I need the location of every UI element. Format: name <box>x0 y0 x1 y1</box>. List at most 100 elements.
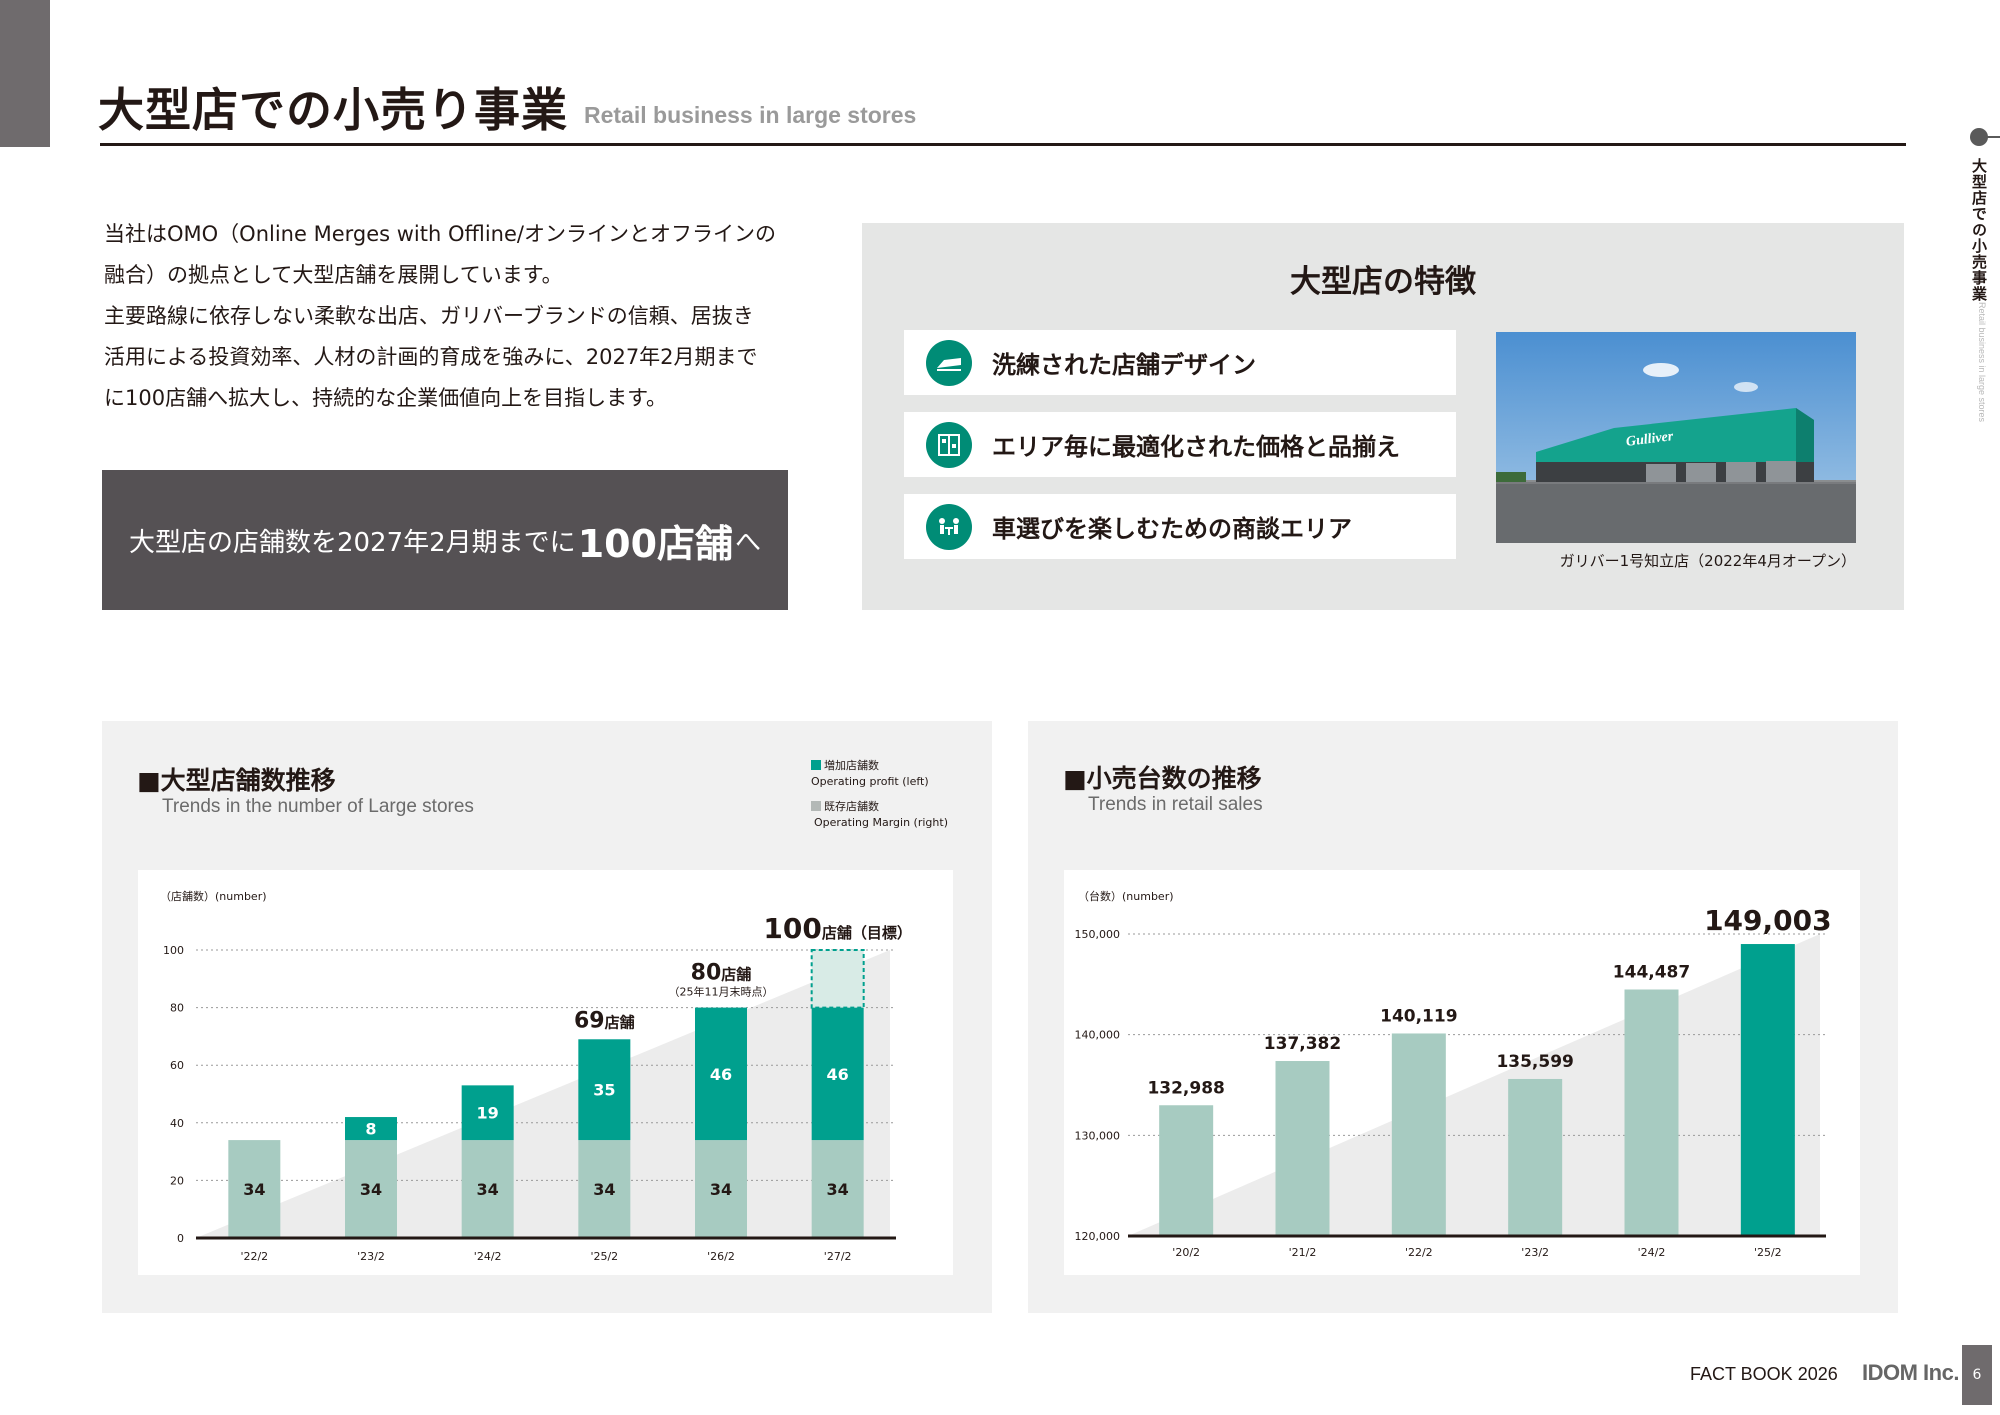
y-tick-label: 140,000 <box>1075 1029 1121 1042</box>
store-photo: Gulliver <box>1496 332 1856 543</box>
page-title: 大型店での小売り事業 <box>98 83 568 137</box>
page-subtitle: Retail business in large stores <box>584 102 917 128</box>
legend-swatch <box>811 801 821 811</box>
y-tick-label: 100 <box>163 944 184 957</box>
goal-prefix: 大型店の店舗数を2027年2月期までに <box>128 527 576 558</box>
store-count-chart: （店舗数）(number) 0 20 40 60 80 100 34 '22/2 34 8 '23/2… <box>160 889 912 1263</box>
price-lineup-icon <box>926 421 972 468</box>
legend-label-jp: 既存店舗数 <box>824 800 879 813</box>
bar-value-label: 34 <box>710 1180 732 1199</box>
bar-value-label: 34 <box>827 1180 849 1199</box>
bar-retail-sales <box>1391 1033 1446 1236</box>
goal-suffix: へ <box>735 527 762 558</box>
intro-text: 当社はOMO（Online Merges with Offline/オンラインと… <box>104 214 804 419</box>
bar-retail-sales <box>1159 1105 1214 1236</box>
x-tick-label: '26/2 <box>707 1250 735 1263</box>
y-tick-label: 80 <box>170 1002 184 1015</box>
annotation-number: 80 <box>691 961 722 986</box>
annotation-unit: 店舗 <box>605 1013 635 1031</box>
bar-value-label: 35 <box>593 1081 615 1100</box>
consultation-area-icon <box>926 503 972 550</box>
x-tick-label: '22/2 <box>240 1250 268 1263</box>
feature-item: エリア毎に最適化された価格と品揃え <box>904 412 1456 477</box>
bar-value-label: 34 <box>593 1180 615 1199</box>
intro-line: 活用による投資効率、人材の計画的育成を強みに、2027年2月期まで <box>104 345 758 369</box>
section-dot-line <box>1985 136 2000 138</box>
footer-factbook: FACT BOOK 2026 <box>1690 1364 1838 1384</box>
goal-banner: 大型店の店舗数を2027年2月期までに 100店舗 へ <box>102 470 788 610</box>
unit-label: （台数）(number) <box>1078 889 1174 903</box>
bar-value-label: 149,003 <box>1704 904 1832 937</box>
legend-label-en: Operating Margin (right) <box>814 816 948 829</box>
x-tick-label: '21/2 <box>1289 1246 1317 1259</box>
bar-value-label: 46 <box>827 1065 849 1084</box>
features-title: 大型店の特徴 <box>1290 264 1476 300</box>
bar-retail-sales <box>1508 1078 1563 1236</box>
feature-item: 車選びを楽しむための商談エリア <box>904 494 1456 559</box>
bar-value-label: 132,988 <box>1147 1078 1224 1098</box>
bar-retail-sales <box>1275 1061 1330 1236</box>
total-annotation: 100店舗（目標） <box>763 912 911 945</box>
store-design-icon <box>926 339 972 386</box>
bar-value-label: 34 <box>360 1180 382 1199</box>
goal-highlight: 100店舗 <box>577 521 734 566</box>
total-annotation: 80店舗 <box>691 961 752 986</box>
bar-value-label: 46 <box>710 1065 732 1084</box>
y-tick-label: 40 <box>170 1117 184 1130</box>
intro-line: に100店舗へ拡大し、持続的な企業価値向上を目指します。 <box>104 386 667 410</box>
bar-value-label: 135,599 <box>1496 1052 1573 1072</box>
feature-label: 洗練された店舗デザイン <box>992 351 1256 379</box>
side-section-label-jp: 大型店での小売事業 <box>1970 158 1988 302</box>
bar-value-label: 144,487 <box>1613 962 1690 982</box>
store-count-chart-subtitle: Trends in the number of Large stores <box>162 796 474 817</box>
x-tick-label: '24/2 <box>474 1250 502 1263</box>
bar-retail-sales <box>1740 944 1795 1236</box>
annotation-unit: 店舗（目標） <box>822 924 912 942</box>
legend-item-existing: 既存店舗数 Operating Margin (right) <box>811 798 948 829</box>
y-tick-label: 60 <box>170 1059 184 1072</box>
x-tick-label: '20/2 <box>1172 1246 1200 1259</box>
bar-value-label: 19 <box>477 1104 499 1123</box>
y-tick-label: 120,000 <box>1075 1230 1121 1243</box>
legend-item-increase: 増加店舗数 Operating profit (left) <box>811 757 929 788</box>
side-tab-marker <box>0 0 50 147</box>
title-divider <box>100 143 1906 146</box>
feature-label: 車選びを楽しむための商談エリア <box>992 515 1352 543</box>
store-count-chart-area: （店舗数）(number) 0 20 40 60 80 100 34 '22/2 34 8 '23/2… <box>138 870 953 1275</box>
store-count-chart-title: ■大型店舗数推移 <box>137 766 336 795</box>
x-tick-label: '23/2 <box>357 1250 385 1263</box>
bar-target <box>810 949 865 1009</box>
y-tick-label: 150,000 <box>1075 928 1121 941</box>
annotation-unit: 店舗 <box>721 966 751 984</box>
y-tick-label: 20 <box>170 1174 184 1187</box>
annotation-number: 69 <box>574 1008 605 1033</box>
page-number: 6 <box>1962 1345 1992 1405</box>
legend-swatch <box>811 760 821 770</box>
y-tick-label: 0 <box>177 1232 184 1245</box>
legend-label-jp: 増加店舗数 <box>824 759 879 772</box>
intro-line: 主要路線に依存しない柔軟な出店、ガリバーブランドの信頼、居抜き <box>104 304 754 328</box>
intro-line: 融合）の拠点として大型店舗を展開しています。 <box>104 263 563 287</box>
annotation-note: （25年11月末時点） <box>669 985 774 999</box>
x-tick-label: '23/2 <box>1521 1246 1549 1259</box>
side-section-label-en: Retail business in large stores <box>1977 302 1987 423</box>
total-annotation: 69店舗 <box>574 1008 635 1033</box>
trend-wedge <box>196 950 890 1238</box>
legend-label-en: Operating profit (left) <box>811 775 929 788</box>
y-tick-label: 130,000 <box>1075 1129 1121 1142</box>
x-tick-label: '25/2 <box>590 1250 618 1263</box>
x-tick-label: '22/2 <box>1405 1246 1433 1259</box>
bar-value-label: 34 <box>243 1180 265 1199</box>
retail-sales-chart-subtitle: Trends in retail sales <box>1088 794 1263 815</box>
bar-value-label: 34 <box>477 1180 499 1199</box>
x-tick-label: '24/2 <box>1638 1246 1666 1259</box>
unit-label: （店舗数）(number) <box>160 889 267 903</box>
photo-caption: ガリバー1号知立店（2022年4月オープン） <box>1559 552 1856 570</box>
trend-wedge <box>1128 934 1820 1236</box>
retail-sales-chart: （台数）(number) 120,000 130,000 140,000 150,000… <box>1075 889 1832 1259</box>
feature-item: 洗練された店舗デザイン <box>904 330 1456 395</box>
annotation-number: 100 <box>763 912 821 945</box>
retail-sales-chart-area: （台数）(number) 120,000 130,000 140,000 150,000… <box>1064 870 1860 1275</box>
company-logo: IDOM Inc. <box>1862 1360 1959 1385</box>
feature-label: エリア毎に最適化された価格と品揃え <box>992 433 1400 461</box>
